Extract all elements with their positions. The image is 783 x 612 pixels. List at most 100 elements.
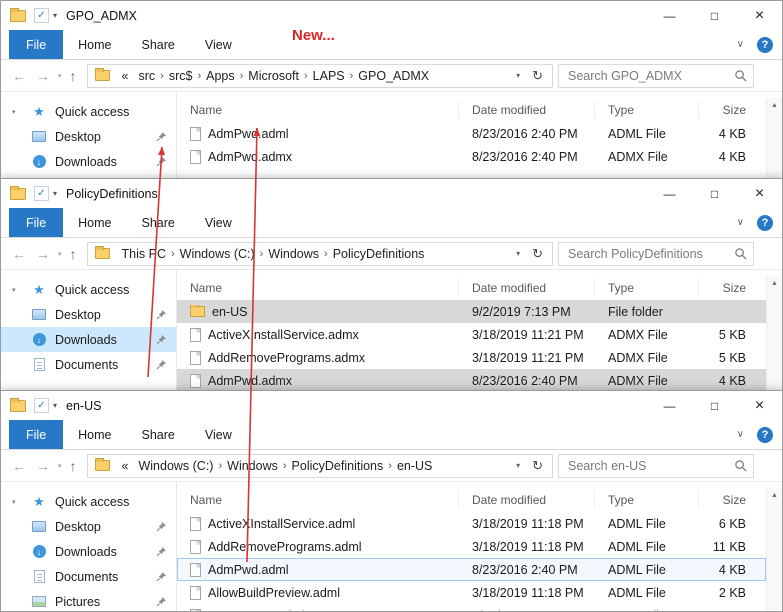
back-icon[interactable]: ← (7, 246, 31, 262)
column-header-name[interactable]: Name (177, 279, 459, 296)
breadcrumb-item[interactable]: Apps (201, 69, 240, 83)
qat-dropdown-icon[interactable]: ▾ (53, 401, 57, 410)
breadcrumb-item[interactable]: Microsoft (243, 69, 304, 83)
column-header-size[interactable]: Size (699, 491, 766, 508)
maximize-button[interactable]: □ (692, 1, 737, 30)
column-header-name[interactable]: Name (177, 101, 459, 118)
column-header-type[interactable]: Type (595, 101, 699, 118)
scroll-up-icon[interactable]: ▲ (771, 280, 778, 287)
qat-dropdown-icon[interactable]: ▾ (53, 11, 57, 20)
close-button[interactable]: × (737, 391, 782, 420)
sidebar-item-desktop[interactable]: Desktop (1, 124, 176, 149)
sidebar-item-desktop[interactable]: Desktop (1, 514, 176, 539)
help-icon[interactable]: ? (757, 215, 773, 231)
up-icon[interactable]: ↑ (65, 68, 82, 84)
column-header-size[interactable]: Size (699, 279, 766, 296)
breadcrumb-item[interactable]: PolicyDefinitions (328, 247, 430, 261)
forward-icon[interactable]: → (31, 68, 55, 84)
vertical-scrollbar[interactable]: ▲ (766, 98, 782, 178)
sidebar-item-pictures[interactable]: Pictures (1, 589, 176, 611)
breadcrumb-item[interactable]: PolicyDefinitions (287, 459, 389, 473)
sidebar-item-downloads[interactable]: Downloads (1, 327, 176, 352)
back-icon[interactable]: ← (7, 458, 31, 474)
sidebar-item-downloads[interactable]: Downloads (1, 149, 176, 174)
file-row[interactable]: ActiveXInstallService.admx 3/18/2019 11:… (177, 323, 766, 346)
recent-locations-icon[interactable]: ▾ (55, 250, 65, 258)
refresh-icon[interactable]: ↻ (527, 458, 548, 474)
quick-access-toolbar-icon[interactable]: ✓ (34, 398, 49, 413)
sidebar-item-quick-access[interactable]: ▾ ★ Quick access (1, 277, 176, 302)
forward-icon[interactable]: → (31, 246, 55, 262)
vertical-scrollbar[interactable]: ▲ (766, 488, 782, 611)
tab-home[interactable]: Home (63, 208, 126, 237)
sidebar-item-downloads[interactable]: Downloads (1, 539, 176, 564)
ribbon-collapse-icon[interactable]: ∨ (737, 217, 744, 228)
ribbon-collapse-icon[interactable]: ∨ (737, 39, 744, 50)
breadcrumb-item[interactable]: LAPS (308, 69, 350, 83)
quick-access-toolbar-icon[interactable]: ✓ (34, 186, 49, 201)
column-header-type[interactable]: Type (595, 279, 699, 296)
breadcrumb-item[interactable]: « (117, 459, 134, 473)
tab-view[interactable]: View (190, 208, 247, 237)
address-bar[interactable]: « src › src$ › Apps › Microsoft › LAPS ›… (87, 64, 553, 88)
search-input[interactable]: Search en-US (558, 454, 754, 478)
file-row[interactable]: AddRemovePrograms.admx 3/18/2019 11:21 P… (177, 346, 766, 369)
sidebar-item-documents[interactable]: Documents (1, 564, 176, 589)
minimize-button[interactable]: — (647, 179, 692, 208)
titlebar[interactable]: ✓ ▾ PolicyDefinitions — □ × (1, 179, 782, 208)
refresh-icon[interactable]: ↻ (527, 68, 548, 84)
address-dropdown-icon[interactable]: ▾ (509, 71, 527, 80)
help-icon[interactable]: ? (757, 427, 773, 443)
column-header-type[interactable]: Type (595, 491, 699, 508)
breadcrumb-item[interactable]: This PC (117, 247, 171, 261)
titlebar[interactable]: ✓ ▾ en-US — □ × (1, 391, 782, 420)
tab-home[interactable]: Home (63, 30, 126, 59)
file-row[interactable]: ActiveXInstallService.adml 3/18/2019 11:… (177, 512, 766, 535)
file-row[interactable]: en-US 9/2/2019 7:13 PM File folder (177, 300, 766, 323)
file-row[interactable]: AdmPwd.admx 8/23/2016 2:40 PM ADMX File … (177, 145, 766, 168)
sidebar-item-quick-access[interactable]: ▾ ★ Quick access (1, 489, 176, 514)
tab-file[interactable]: File (9, 30, 63, 59)
column-header-date[interactable]: Date modified (459, 101, 595, 118)
sidebar-item-quick-access[interactable]: ▾ ★ Quick access (1, 99, 176, 124)
column-header-name[interactable]: Name (177, 491, 459, 508)
search-input[interactable]: Search GPO_ADMX (558, 64, 754, 88)
back-icon[interactable]: ← (7, 68, 31, 84)
address-bar[interactable]: « Windows (C:) › Windows › PolicyDefinit… (87, 454, 553, 478)
search-input[interactable]: Search PolicyDefinitions (558, 242, 754, 266)
scroll-up-icon[interactable]: ▲ (771, 492, 778, 499)
qat-dropdown-icon[interactable]: ▾ (53, 189, 57, 198)
file-row[interactable]: AdmPwd.admx 8/23/2016 2:40 PM ADMX File … (177, 369, 766, 390)
close-button[interactable]: × (737, 179, 782, 208)
recent-locations-icon[interactable]: ▾ (55, 72, 65, 80)
address-bar[interactable]: This PC › Windows (C:) › Windows › Polic… (87, 242, 553, 266)
breadcrumb-item[interactable]: src (133, 69, 160, 83)
ribbon-collapse-icon[interactable]: ∨ (737, 429, 744, 440)
sidebar-item-desktop[interactable]: Desktop (1, 302, 176, 327)
close-button[interactable]: × (737, 1, 782, 30)
file-row[interactable]: AdmPwd.adml 8/23/2016 2:40 PM ADML File … (177, 122, 766, 145)
sidebar-item-documents[interactable]: Documents (1, 352, 176, 377)
up-icon[interactable]: ↑ (65, 246, 82, 262)
maximize-button[interactable]: □ (692, 391, 737, 420)
recent-locations-icon[interactable]: ▾ (55, 462, 65, 470)
titlebar[interactable]: ✓ ▾ GPO_ADMX — □ × (1, 1, 782, 30)
column-header-date[interactable]: Date modified (459, 279, 595, 296)
tab-share[interactable]: Share (127, 30, 190, 59)
breadcrumb-item[interactable]: Windows (222, 459, 283, 473)
breadcrumb-item[interactable]: « (117, 69, 134, 83)
tab-share[interactable]: Share (127, 420, 190, 449)
tab-share[interactable]: Share (127, 208, 190, 237)
tab-file[interactable]: File (9, 208, 63, 237)
quick-access-toolbar-icon[interactable]: ✓ (34, 8, 49, 23)
file-row[interactable]: AllowBuildPreview.adml 3/18/2019 11:18 P… (177, 581, 766, 604)
breadcrumb-item[interactable]: GPO_ADMX (353, 69, 434, 83)
tab-home[interactable]: Home (63, 420, 126, 449)
breadcrumb-item[interactable]: en-US (392, 459, 437, 473)
forward-icon[interactable]: → (31, 458, 55, 474)
up-icon[interactable]: ↑ (65, 458, 82, 474)
address-dropdown-icon[interactable]: ▾ (509, 249, 527, 258)
breadcrumb-item[interactable]: Windows (263, 247, 324, 261)
scroll-up-icon[interactable]: ▲ (771, 102, 778, 109)
maximize-button[interactable]: □ (692, 179, 737, 208)
